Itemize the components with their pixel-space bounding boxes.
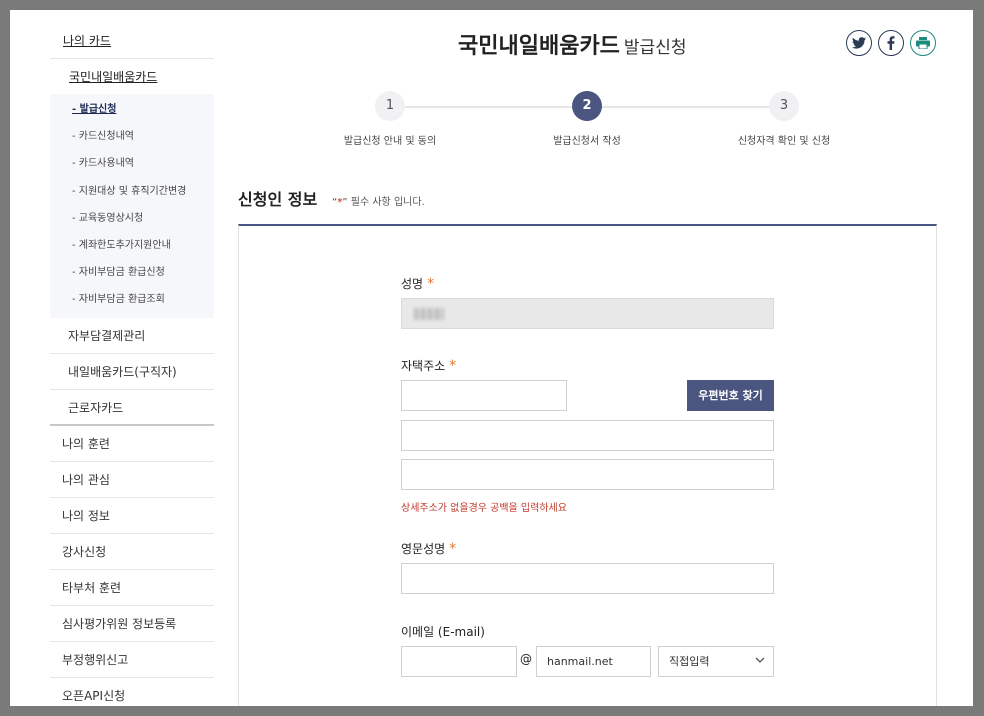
address-label: 자택주소 * xyxy=(401,357,456,374)
print-icon[interactable] xyxy=(910,30,936,56)
section-title: 신청인 정보 xyxy=(238,190,318,209)
email-domain-select[interactable]: 직접입력 xyxy=(658,646,774,677)
sidebar-subitem-account-limit[interactable]: - 계좌한도추가지원안내 xyxy=(50,232,214,259)
sidebar-subitem-education-video[interactable]: - 교육동영상시청 xyxy=(50,205,214,232)
sidebar: 나의 카드 국민내일배움카드 - 발급신청 - 카드신청내역 - 카드사용내역 … xyxy=(50,24,214,706)
sidebar-item-worker-card[interactable]: 근로자카드 xyxy=(50,390,214,426)
sidebar-item-open-api[interactable]: 오픈API신청 xyxy=(50,678,214,707)
sidebar-item-other-ministry[interactable]: 타부처 훈련 xyxy=(50,570,214,606)
sidebar-item-my-info[interactable]: 나의 정보 xyxy=(50,498,214,534)
share-buttons xyxy=(846,30,936,56)
sidebar-item-my-training[interactable]: 나의 훈련 xyxy=(50,426,214,462)
step-1-number: 1 xyxy=(375,91,405,121)
page-title-sub: 발급신청 xyxy=(623,38,687,58)
chevron-down-icon xyxy=(755,657,765,663)
address-detail-input[interactable] xyxy=(401,459,774,490)
sidebar-subitem-card-history[interactable]: - 카드신청내역 xyxy=(50,123,214,150)
eng-name-label: 영문성명 * xyxy=(401,540,456,557)
eng-name-input[interactable] xyxy=(401,563,774,594)
sidebar-item-instructor-apply[interactable]: 강사신청 xyxy=(50,534,214,570)
page-title-main: 국민내일배움카드 xyxy=(458,34,620,59)
sidebar-subitem-issue[interactable]: - 발급신청 xyxy=(50,96,214,123)
name-field xyxy=(401,298,774,329)
page-title: 국민내일배움카드 발급신청 xyxy=(458,28,686,60)
required-note-text: ” 필수 사항 입니다. xyxy=(342,197,425,208)
twitter-icon[interactable] xyxy=(846,30,872,56)
step-2: 2 발급신청서 작성 xyxy=(507,91,667,147)
sidebar-subitem-card-usage[interactable]: - 카드사용내역 xyxy=(50,150,214,177)
sidebar-subitem-refund-inquiry[interactable]: - 자비부담금 환급조회 xyxy=(50,286,214,313)
email-at-sign: @ xyxy=(520,652,532,666)
facebook-icon[interactable] xyxy=(878,30,904,56)
browser-frame: 나의 카드 국민내일배움카드 - 발급신청 - 카드신청내역 - 카드사용내역 … xyxy=(10,10,973,706)
sidebar-item-self-payment[interactable]: 자부담결제관리 xyxy=(50,318,214,354)
step-2-number: 2 xyxy=(572,91,602,121)
blurred-name xyxy=(414,308,444,320)
name-required-mark: * xyxy=(427,276,435,292)
address-input[interactable] xyxy=(401,420,774,451)
sidebar-subitem-refund-request[interactable]: - 자비부담금 환급신청 xyxy=(50,259,214,286)
required-note: “*” 필수 사항 입니다. xyxy=(332,193,425,208)
address-label-text: 자택주소 xyxy=(401,359,446,373)
sidebar-item-national-card[interactable]: 국민내일배움카드 xyxy=(50,59,214,94)
email-label: 이메일 (E-mail) xyxy=(401,625,485,639)
step-3-label: 신청자격 확인 및 신청 xyxy=(737,136,831,147)
eng-name-label-text: 영문성명 xyxy=(401,542,446,556)
find-zipcode-button[interactable]: 우편번호 찾기 xyxy=(687,380,774,411)
step-2-label: 발급신청서 작성 xyxy=(553,136,621,147)
email-id-input[interactable] xyxy=(401,646,517,677)
step-3-number: 3 xyxy=(769,91,799,121)
name-label: 성명 * xyxy=(401,275,434,292)
sidebar-item-my-interest[interactable]: 나의 관심 xyxy=(50,462,214,498)
step-3: 3 신청자격 확인 및 신청 xyxy=(704,91,864,147)
step-1: 1 발급신청 안내 및 동의 xyxy=(310,91,470,147)
sidebar-item-fraud-report[interactable]: 부정행위신고 xyxy=(50,642,214,678)
email-domain-input[interactable]: hanmail.net xyxy=(536,646,651,677)
name-label-text: 성명 xyxy=(401,277,424,291)
sidebar-item-jobseeker-card[interactable]: 내일배움카드(구직자) xyxy=(50,354,214,390)
zipcode-input[interactable] xyxy=(401,380,567,411)
address-required-mark: * xyxy=(449,358,457,374)
sidebar-subitem-eligibility-change[interactable]: - 지원대상 및 휴직기간변경 xyxy=(50,178,214,205)
email-domain-select-value: 직접입력 xyxy=(669,655,710,668)
address-hint: 상세주소가 없을경우 공백을 입력하세요 xyxy=(401,503,567,514)
sidebar-item-reviewer-register[interactable]: 심사평가위원 정보등록 xyxy=(50,606,214,642)
step-1-label: 발급신청 안내 및 동의 xyxy=(343,136,437,147)
eng-name-required-mark: * xyxy=(449,541,457,557)
sidebar-head-my-card[interactable]: 나의 카드 xyxy=(50,24,214,59)
sidebar-subitems: - 발급신청 - 카드신청내역 - 카드사용내역 - 지원대상 및 휴직기간변경… xyxy=(50,94,214,318)
